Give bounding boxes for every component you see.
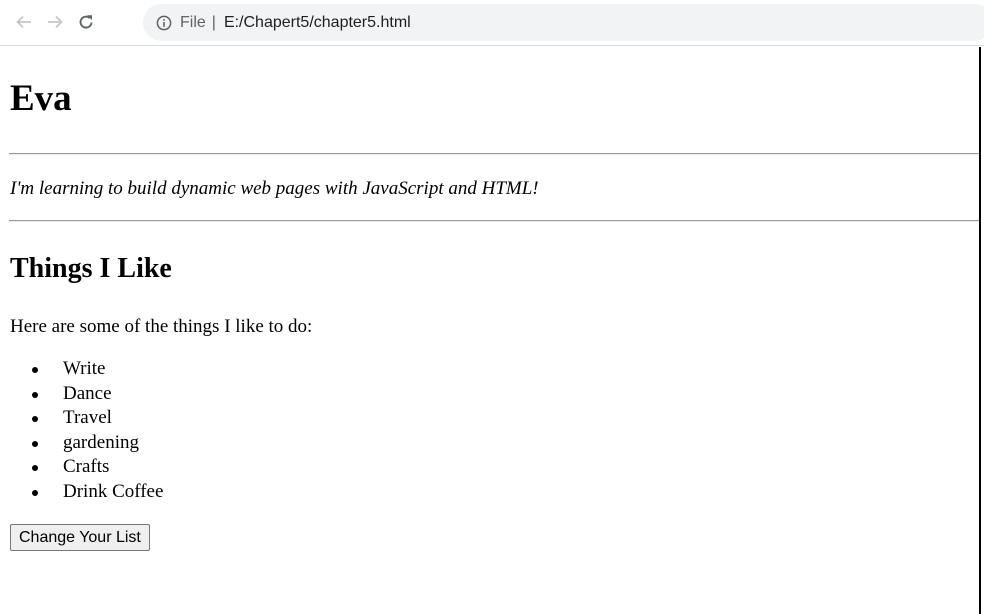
horizontal-rule [9,153,979,155]
list-item-label: Drink Coffee [63,480,164,502]
forward-arrow-icon [46,13,64,31]
list-item-label: gardening [63,431,139,453]
list-item-label: Write [63,358,106,379]
reload-button[interactable] [73,9,99,35]
tagline: I'm learning to build dynamic web pages … [10,178,539,199]
forward-button[interactable] [42,9,68,35]
list-item: gardening [22,431,163,456]
list-item: Drink Coffee [22,480,163,505]
likes-list: Write Dance Travel gardening Crafts Drin… [22,357,163,504]
scheme-label: File [180,13,206,31]
page-viewport: Eva I'm learning to build dynamic web pa… [0,47,981,614]
url-text[interactable]: E:/Chapert5/chapter5.html [224,14,411,32]
change-list-button[interactable]: Change Your List [10,524,150,551]
bullet-icon [32,489,38,496]
reload-icon [77,13,95,31]
page-title: Eva [10,78,72,119]
horizontal-rule [9,220,979,222]
info-icon[interactable] [156,15,172,31]
section-heading: Things I Like [10,253,172,284]
back-button[interactable] [11,9,37,35]
intro-text: Here are some of the things I like to do… [10,316,313,337]
bullet-icon [32,416,38,422]
list-item: Crafts [22,455,163,480]
back-arrow-icon [15,13,33,31]
list-item-label: Travel [63,407,112,428]
list-item: Dance [22,382,163,407]
browser-toolbar: File | E:/Chapert5/chapter5.html [0,0,984,46]
list-item: Travel [22,406,163,431]
bullet-icon [32,391,38,398]
bullet-icon [32,367,38,373]
bullet-icon [32,465,38,471]
list-item-label: Crafts [63,456,110,477]
address-bar[interactable]: File | E:/Chapert5/chapter5.html [143,4,984,41]
list-item: Write [22,357,163,382]
bullet-icon [32,440,38,447]
list-item-label: Dance [63,382,112,404]
address-separator: | [211,13,216,31]
